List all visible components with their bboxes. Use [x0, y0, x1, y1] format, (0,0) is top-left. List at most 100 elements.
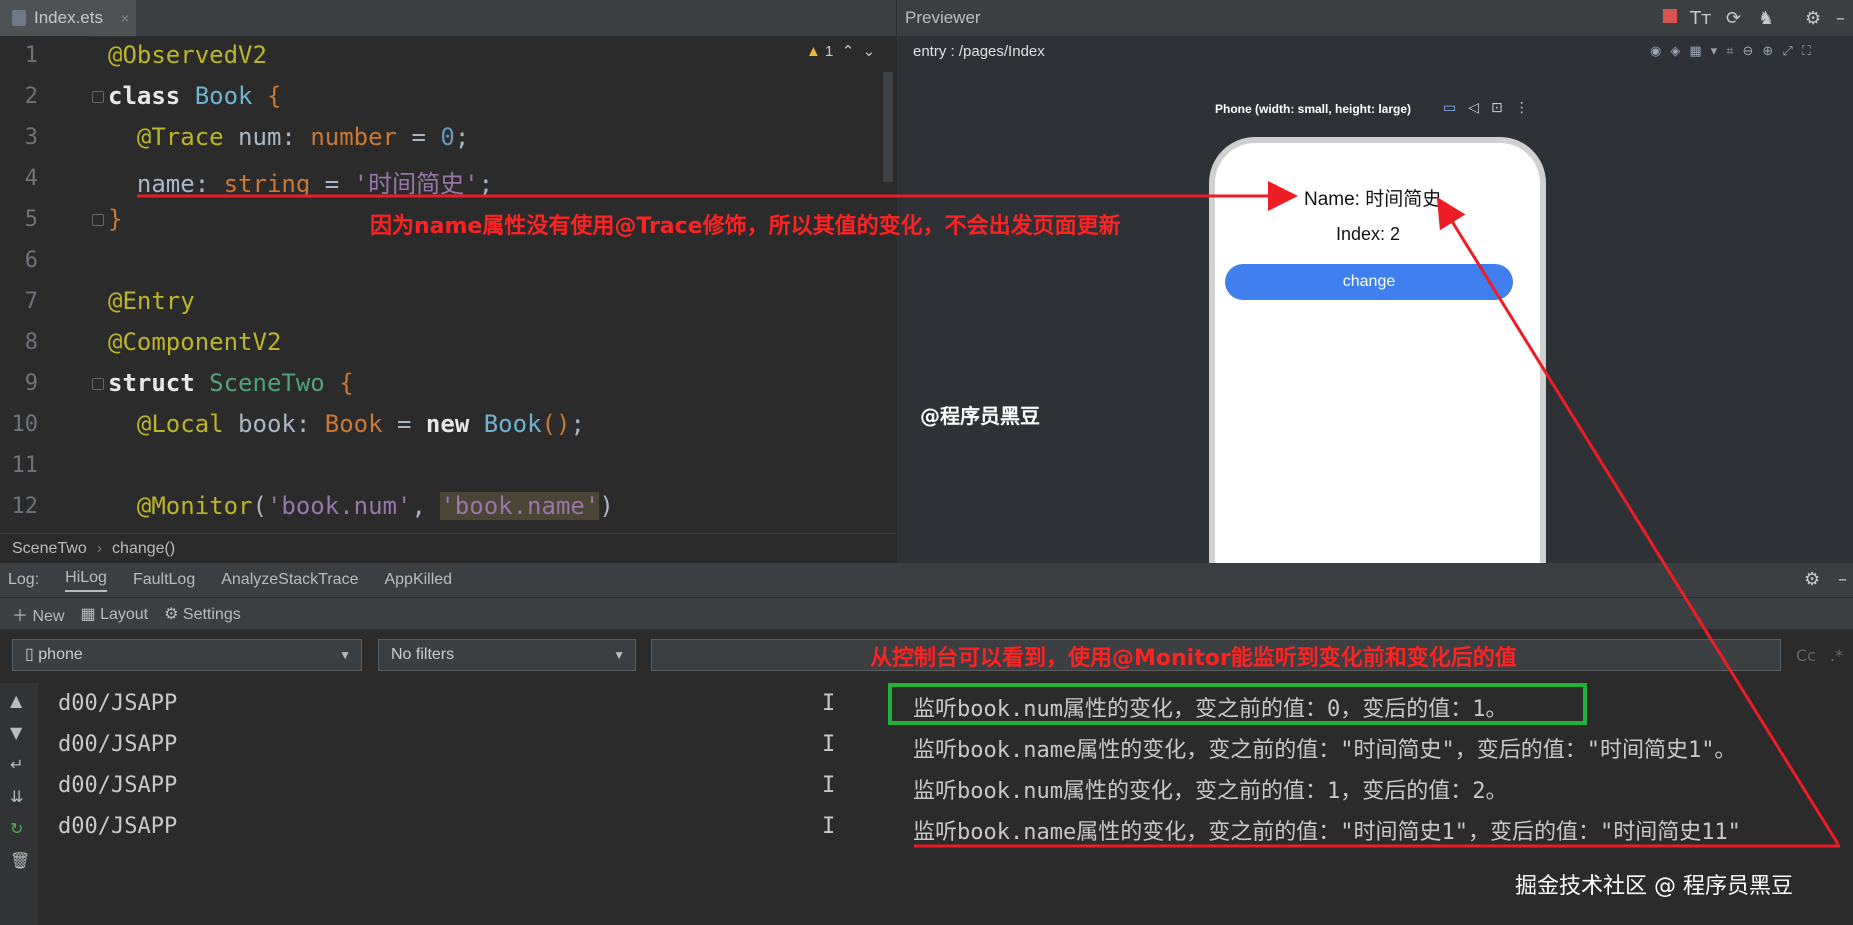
breadcrumb: SceneTwo › change() [0, 533, 896, 563]
minimize-icon[interactable]: – [1838, 569, 1847, 590]
code-line: @ComponentV2 [108, 328, 282, 356]
chevron-down-icon[interactable]: ▾ [1711, 44, 1718, 62]
footer-watermark: 掘金技术社区 @ 程序员黑豆 [1515, 874, 1793, 899]
breadcrumb-item[interactable]: SceneTwo [12, 540, 87, 558]
previewer-title: Previewer [905, 8, 981, 27]
text-size-icon[interactable]: Tт [1690, 8, 1711, 29]
zoom-out-icon[interactable]: ⊖ [1743, 44, 1754, 62]
line-number: 12 [11, 494, 39, 519]
crop-icon[interactable]: ⌗ [1726, 44, 1733, 62]
close-icon[interactable]: × [121, 10, 129, 26]
fold-icon[interactable] [92, 91, 104, 103]
tab-analyzestacktrace[interactable]: AnalyzeStackTrace [221, 571, 358, 589]
log-tag: d00/JSAPP [58, 773, 178, 798]
gear-icon[interactable]: ⚙ [1805, 8, 1821, 29]
restart-icon[interactable]: ↻ [10, 819, 23, 838]
code-line: @Local book: Book = new Book(); [136, 410, 585, 438]
new-button[interactable]: ＋ New [12, 602, 64, 626]
code-line: struct SceneTwo { [108, 369, 354, 397]
plus-icon: ＋ [12, 607, 29, 625]
editor-tab-bar: Index.ets × [0, 0, 896, 37]
annotation-monitor-note: 从控制台可以看到，使用@Monitor能监听到变化前和变化后的值 [870, 646, 1517, 671]
fullscreen-icon[interactable]: ⛶ [1802, 44, 1811, 62]
line-number: 5 [24, 207, 38, 232]
device-icon[interactable]: ▭ [1443, 100, 1456, 116]
log-level: I [822, 732, 836, 757]
layers-icon[interactable]: ◈ [1670, 44, 1680, 62]
code-line: class Book { [108, 82, 282, 110]
code-editor[interactable] [0, 0, 896, 530]
rotate-icon[interactable]: ⊡ [1491, 100, 1503, 116]
tab-hilog[interactable]: HiLog [65, 569, 107, 592]
line-number: 4 [24, 166, 38, 191]
trash-icon[interactable]: 🗑 [10, 851, 30, 870]
gear-icon[interactable]: ⚙ [1804, 569, 1820, 590]
code-line: @Trace num: number = 0; [136, 123, 470, 151]
settings-button[interactable]: ⚙ Settings [164, 604, 241, 624]
zoom-in-icon[interactable]: ⊕ [1762, 44, 1773, 62]
layout-button[interactable]: ▦ Layout [80, 604, 148, 624]
back-icon[interactable]: ◁ [1468, 100, 1479, 116]
index-text: Index: 2 [1336, 224, 1401, 244]
chevron-down-icon: ▼ [613, 648, 625, 662]
line-number: 3 [24, 125, 38, 150]
inspector-icon[interactable]: ♞ [1758, 8, 1774, 29]
chevron-down-icon: ▼ [339, 648, 351, 662]
layout-icon: ▦ [80, 605, 96, 623]
warning-icon: ▲ [806, 43, 821, 60]
match-case-toggle[interactable]: Cc [1796, 646, 1816, 665]
log-message: 监听book.name属性的变化，变之前的值："时间简史1"，变后的值："时间简… [913, 820, 1741, 845]
filter-select[interactable]: No filters ▼ [378, 639, 636, 671]
log-tag: d00/JSAPP [58, 691, 178, 716]
fold-icon[interactable] [92, 214, 104, 226]
tab-appkilled[interactable]: AppKilled [384, 571, 452, 589]
log-message: 监听book.name属性的变化，变之前的值："时间简史"，变后的值："时间简史… [913, 738, 1737, 763]
preview-page-path: entry : /pages/Index [913, 43, 1045, 60]
file-icon [12, 10, 26, 26]
tab-index-ets[interactable]: Index.ets × [0, 0, 136, 36]
device-select[interactable]: ▯ phone ▼ [12, 639, 362, 671]
stop-icon[interactable] [1663, 9, 1677, 23]
code-line: @Monitor('book.num', 'book.name') [136, 492, 614, 520]
inspect-icon[interactable]: ◉ [1650, 44, 1661, 62]
fold-icon[interactable] [92, 378, 104, 390]
minimize-icon[interactable]: – [1836, 8, 1845, 29]
watermark: @程序员黑豆 [920, 404, 1040, 428]
scroll-down-icon[interactable]: ▼ [10, 723, 22, 742]
warning-indicator[interactable]: ▲ 1 ⌃ ⌄ [806, 42, 875, 60]
code-line: name: string = '时间简史'; [108, 170, 494, 198]
log-level: I [822, 773, 836, 798]
breadcrumb-item[interactable]: change() [112, 540, 175, 558]
line-number: 9 [24, 371, 38, 396]
device-label: Phone (width: small, height: large) [1215, 102, 1412, 116]
change-button[interactable]: change [1225, 264, 1513, 300]
annotation-trace-note: 因为name属性没有使用@Trace修饰，所以其值的变化，不会出发页面更新 [370, 214, 1121, 239]
line-number: 10 [11, 412, 39, 437]
tab-faultlog[interactable]: FaultLog [133, 571, 195, 589]
phone-icon: ▯ [25, 646, 34, 663]
log-side-toolbar: ▲ ▼ ↵ ⇊ ↻ 🗑 [0, 683, 38, 925]
code-line: @ObservedV2 [108, 41, 267, 69]
regex-icon[interactable]: .* [1830, 646, 1843, 665]
device-controls: ▭ ◁ ⊡ ⋮ [1443, 100, 1529, 116]
log-tag: d00/JSAPP [58, 814, 178, 839]
grid-icon[interactable]: ▦ [1689, 44, 1701, 62]
tab-label: Index.ets [34, 8, 103, 27]
line-number: 2 [24, 84, 38, 109]
refresh-icon[interactable]: ⟳ [1726, 8, 1741, 29]
fit-icon[interactable]: ⤢ [1782, 44, 1792, 62]
warning-count: 1 [825, 43, 834, 60]
scroll-up-icon[interactable]: ▲ [10, 691, 22, 710]
log-label: Log: [8, 571, 40, 588]
scroll-end-icon[interactable]: ⇊ [10, 787, 23, 806]
editor-scrollbar[interactable] [883, 72, 893, 182]
wrap-icon[interactable]: ↵ [10, 755, 23, 774]
highlight-box [888, 683, 1587, 725]
more-icon[interactable]: ⋮ [1515, 100, 1529, 116]
log-message: 监听book.num属性的变化，变之前的值：1，变后的值：2。 [913, 779, 1508, 804]
line-number: 1 [24, 43, 38, 68]
line-number: 6 [24, 248, 38, 273]
book-name-text: Name: 时间简史 [1304, 189, 1442, 210]
log-tab-bar: Log: HiLog FaultLog AnalyzeStackTrace Ap… [0, 563, 1853, 597]
code-line: @Entry [108, 287, 195, 315]
